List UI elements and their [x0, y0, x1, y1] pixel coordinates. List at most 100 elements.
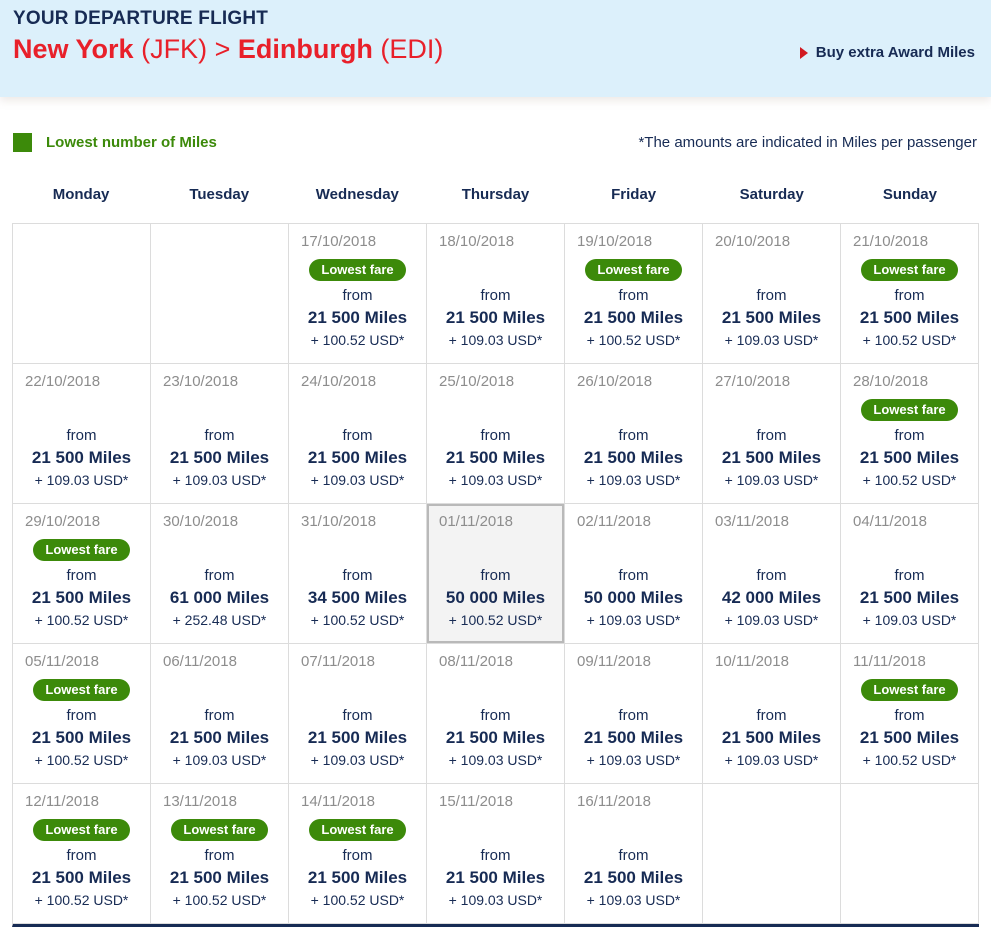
cell-date: 07/11/2018: [293, 653, 422, 674]
day-header-wednesday: Wednesday: [288, 186, 426, 223]
badge-row: [845, 534, 974, 565]
calendar-day-cell[interactable]: 12/11/2018Lowest farefrom21 500 Miles+ 1…: [13, 784, 151, 924]
cell-taxes-value: + 109.03 USD*: [707, 332, 836, 351]
badge-row: [431, 394, 560, 425]
badge-row: [155, 534, 284, 565]
cell-from-label: from: [431, 567, 560, 588]
calendar-day-cell[interactable]: 21/10/2018 Lowest fare from21 500 Miles+ 1…: [841, 224, 979, 364]
calendar-day-cell[interactable]: 23/10/2018from21 500 Miles+ 109.03 USD*: [151, 364, 289, 504]
calendar-day-cell[interactable]: 24/10/2018from21 500 Miles+ 109.03 USD*: [289, 364, 427, 504]
calendar-day-cell[interactable]: 18/10/2018from21 500 Miles+ 109.03 USD*: [427, 224, 565, 364]
cell-miles-value: 21 500 Miles: [707, 448, 836, 471]
calendar-day-cell[interactable]: 08/11/2018from21 500 Miles+ 109.03 USD*: [427, 644, 565, 784]
cell-miles-value: 21 500 Miles: [569, 728, 698, 751]
cell-date: 13/11/2018: [155, 793, 284, 814]
calendar-day-cell[interactable]: 27/10/2018from21 500 Miles+ 109.03 USD*: [703, 364, 841, 504]
cell-miles-value: 21 500 Miles: [155, 448, 284, 471]
cell-miles-value: 21 500 Miles: [431, 728, 560, 751]
calendar-day-cell[interactable]: 22/10/2018from21 500 Miles+ 109.03 USD*: [13, 364, 151, 504]
cell-date: 05/11/2018: [17, 653, 146, 674]
cell-miles-value: 21 500 Miles: [707, 308, 836, 331]
calendar-day-cell[interactable]: 05/11/2018Lowest farefrom21 500 Miles+ 1…: [13, 644, 151, 784]
calendar-day-cell[interactable]: 04/11/2018from21 500 Miles+ 109.03 USD*: [841, 504, 979, 644]
calendar-day-cell[interactable]: 09/11/2018from21 500 Miles+ 109.03 USD*: [565, 644, 703, 784]
calendar-day-cell[interactable]: 11/11/2018Lowest farefrom21 500 Miles+ 1…: [841, 644, 979, 784]
day-header-friday: Friday: [565, 186, 703, 223]
calendar-day-cell[interactable]: 15/11/2018from21 500 Miles+ 109.03 USD*: [427, 784, 565, 924]
cell-date: 08/11/2018: [431, 653, 560, 674]
cell-taxes-value: + 109.03 USD*: [293, 472, 422, 491]
badge-row: [17, 394, 146, 425]
destination-code: (EDI): [380, 34, 443, 64]
cell-date: 18/10/2018: [431, 233, 560, 254]
cell-taxes-value: + 252.48 USD*: [155, 612, 284, 631]
cell-miles-value: 21 500 Miles: [17, 448, 146, 471]
cell-from-label: from: [569, 707, 698, 728]
lowest-miles-legend: Lowest number of Miles: [13, 133, 217, 152]
cell-date: 10/11/2018: [707, 653, 836, 674]
badge-row: [569, 674, 698, 705]
cell-miles-value: 21 500 Miles: [845, 308, 974, 331]
calendar-empty-cell: [703, 784, 841, 924]
lowest-fare-badge: Lowest fare: [861, 259, 957, 281]
cell-date: 21/10/2018: [845, 233, 974, 254]
cell-miles-value: 21 500 Miles: [431, 448, 560, 471]
calendar-day-cell[interactable]: 13/11/2018Lowest farefrom21 500 Miles+ 1…: [151, 784, 289, 924]
cell-from-label: from: [17, 567, 146, 588]
lowest-fare-badge: Lowest fare: [861, 679, 957, 701]
cell-taxes-value: + 100.52 USD*: [845, 332, 974, 351]
calendar-day-cell[interactable]: 06/11/2018from21 500 Miles+ 109.03 USD*: [151, 644, 289, 784]
badge-row: Lowest fare: [17, 674, 146, 705]
calendar-day-cell[interactable]: 20/10/2018from21 500 Miles+ 109.03 USD*: [703, 224, 841, 364]
cell-from-label: from: [845, 427, 974, 448]
cell-from-label: from: [17, 847, 146, 868]
calendar-day-cell[interactable]: 02/11/2018from50 000 Miles+ 109.03 USD*: [565, 504, 703, 644]
cell-from-label: from: [569, 287, 698, 308]
cell-from-label: from: [431, 847, 560, 868]
calendar-day-cell[interactable]: 03/11/2018from42 000 Miles+ 109.03 USD*: [703, 504, 841, 644]
buy-extra-award-miles-link[interactable]: Buy extra Award Miles: [800, 44, 975, 61]
calendar-day-cell[interactable]: 16/11/2018from21 500 Miles+ 109.03 USD*: [565, 784, 703, 924]
badge-row: [431, 814, 560, 845]
origin-city: New York: [13, 34, 134, 64]
cell-miles-value: 21 500 Miles: [707, 728, 836, 751]
calendar-day-cell[interactable]: 10/11/2018from21 500 Miles+ 109.03 USD*: [703, 644, 841, 784]
cell-from-label: from: [293, 847, 422, 868]
calendar-day-cell[interactable]: 25/10/2018from21 500 Miles+ 109.03 USD*: [427, 364, 565, 504]
calendar-day-cell[interactable]: 17/10/2018Lowest farefrom21 500 Miles+ 1…: [289, 224, 427, 364]
badge-row: Lowest fare: [17, 814, 146, 845]
cell-taxes-value: + 100.52 USD*: [845, 472, 974, 491]
calendar-day-cell[interactable]: 30/10/2018from61 000 Miles+ 252.48 USD*: [151, 504, 289, 644]
cell-date: 15/11/2018: [431, 793, 560, 814]
green-square-icon: [13, 133, 32, 152]
red-arrow-icon: [800, 47, 808, 59]
cell-date: 06/11/2018: [155, 653, 284, 674]
calendar-day-cell[interactable]: 31/10/2018from34 500 Miles+ 100.52 USD*: [289, 504, 427, 644]
calendar-day-cell[interactable]: 28/10/2018Lowest farefrom21 500 Miles+ 1…: [841, 364, 979, 504]
cell-taxes-value: + 100.52 USD*: [431, 612, 560, 631]
cell-from-label: from: [155, 707, 284, 728]
calendar-day-cell[interactable]: 29/10/2018Lowest farefrom21 500 Miles+ 1…: [13, 504, 151, 644]
cell-taxes-value: + 109.03 USD*: [707, 752, 836, 771]
cell-miles-value: 42 000 Miles: [707, 588, 836, 611]
cell-miles-value: 21 500 Miles: [845, 728, 974, 751]
badge-row: [431, 254, 560, 285]
cell-miles-value: 21 500 Miles: [569, 448, 698, 471]
calendar-day-cell[interactable]: 14/11/2018Lowest farefrom21 500 Miles+ 1…: [289, 784, 427, 924]
origin-code: (JFK): [141, 34, 207, 64]
calendar-empty-cell: [13, 224, 151, 364]
badge-row: [155, 674, 284, 705]
cell-date: 23/10/2018: [155, 373, 284, 394]
calendar-day-cell-selected[interactable]: 01/11/2018from50 000 Miles+ 100.52 USD*: [427, 504, 565, 644]
badge-row: [707, 394, 836, 425]
cell-taxes-value: + 109.03 USD*: [155, 752, 284, 771]
cell-date: 20/10/2018: [707, 233, 836, 254]
calendar-day-cell[interactable]: 26/10/2018from21 500 Miles+ 109.03 USD*: [565, 364, 703, 504]
cell-from-label: from: [845, 287, 974, 308]
cell-from-label: from: [845, 567, 974, 588]
calendar-day-cell[interactable]: 19/10/2018Lowest farefrom21 500 Miles+ 1…: [565, 224, 703, 364]
cell-taxes-value: + 109.03 USD*: [431, 752, 560, 771]
badge-row: Lowest fare: [845, 254, 974, 285]
day-header-tuesday: Tuesday: [150, 186, 288, 223]
calendar-day-cell[interactable]: 07/11/2018from21 500 Miles+ 109.03 USD*: [289, 644, 427, 784]
